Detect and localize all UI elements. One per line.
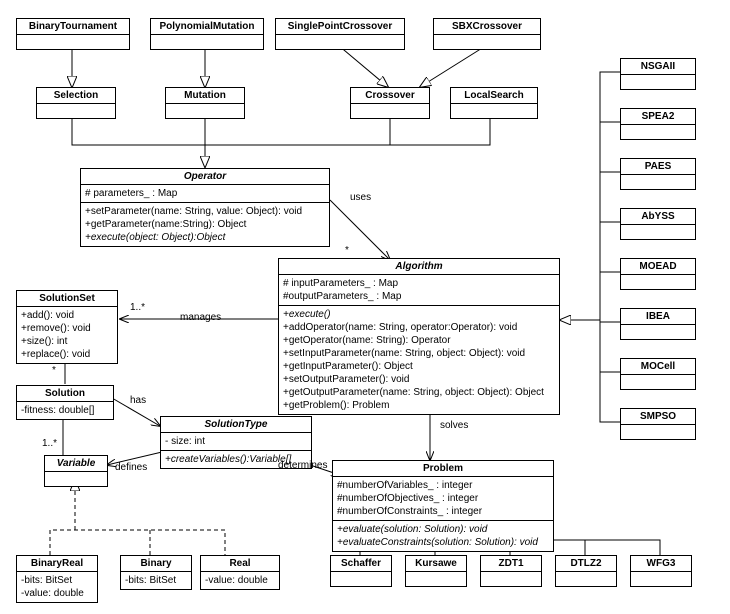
class-operator: Operator # parameters_ : Map +setParamet… [80, 168, 330, 247]
class-wfg3: WFG3 [630, 555, 692, 587]
mult-star: * [345, 245, 349, 256]
mult-1n: 1..* [130, 302, 145, 313]
class-solution: Solution -fitness: double[] [16, 385, 114, 420]
class-binarytournament: BinaryTournament [16, 18, 130, 50]
class-zdt1: ZDT1 [480, 555, 542, 587]
class-problem: Problem #numberOfVariables_ : integer#nu… [332, 460, 554, 552]
class-sbxcrossover: SBXCrossover [433, 18, 541, 50]
class-crossover: Crossover [350, 87, 430, 119]
class-ibea: IBEA [620, 308, 696, 340]
class-selection: Selection [36, 87, 116, 119]
label-solves: solves [440, 420, 468, 431]
class-mutation: Mutation [165, 87, 245, 119]
class-smpso: SMPSO [620, 408, 696, 440]
class-dtlz2: DTLZ2 [555, 555, 617, 587]
class-singlepointcrossover: SinglePointCrossover [275, 18, 405, 50]
class-real: Real-value: double [200, 555, 280, 590]
label-manages: manages [180, 312, 221, 323]
mult-star: * [52, 365, 56, 376]
label-uses: uses [350, 192, 371, 203]
class-localsearch: LocalSearch [450, 87, 538, 119]
class-mocell: MOCell [620, 358, 696, 390]
class-solutionset: SolutionSet +add(): void+remove(): void+… [16, 290, 118, 364]
mult-1n: 1..* [42, 438, 57, 449]
class-paes: PAES [620, 158, 696, 190]
label-defines: defines [115, 462, 147, 473]
class-schaffer: Schaffer [330, 555, 392, 587]
class-algorithm: Algorithm # inputParameters_ : Map#outpu… [278, 258, 560, 415]
label-has: has [130, 395, 146, 406]
class-binary: Binary-bits: BitSet [120, 555, 192, 590]
class-abyss: AbYSS [620, 208, 696, 240]
class-variable: Variable [44, 455, 108, 487]
class-nsgaii: NSGAII [620, 58, 696, 90]
class-polynomialmutation: PolynomialMutation [150, 18, 264, 50]
class-moead: MOEAD [620, 258, 696, 290]
class-kursawe: Kursawe [405, 555, 467, 587]
label-determines: determines [278, 460, 327, 471]
class-spea2: SPEA2 [620, 108, 696, 140]
class-binaryreal: BinaryReal-bits: BitSet-value: double [16, 555, 98, 603]
